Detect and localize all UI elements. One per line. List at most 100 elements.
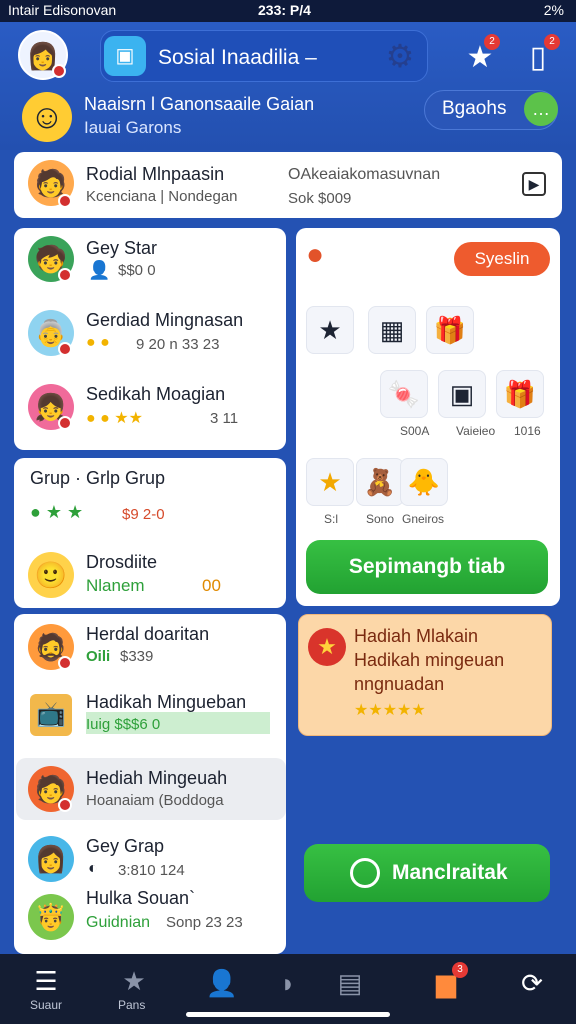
friend-detail: 9 20 n 33 23 bbox=[136, 336, 220, 353]
send-gift-button[interactable]: Sepimangb tiab bbox=[306, 540, 548, 594]
list-name: Hulka Souan` bbox=[86, 888, 196, 908]
primary-action-label: Manclraitak bbox=[392, 861, 508, 884]
list-name: Herdal doaritan bbox=[86, 624, 210, 644]
chat-bubble-icon[interactable]: … bbox=[524, 92, 558, 126]
gift-doll-icon[interactable]: 🧸 bbox=[356, 458, 404, 506]
clipboard-icon: ▤ bbox=[337, 968, 363, 998]
nav-home[interactable]: ☰ bbox=[14, 966, 78, 997]
group-member-avatar[interactable]: 🙂 bbox=[28, 552, 74, 598]
list-avatar[interactable]: 🤴 bbox=[28, 894, 74, 940]
avatar-status-dot bbox=[58, 656, 72, 670]
header-pill-label: Bgaohs bbox=[442, 98, 507, 119]
clock: 233: P/4 bbox=[258, 2, 311, 18]
message-badge: 2 bbox=[544, 34, 560, 50]
inbox-icon: ▆ bbox=[436, 968, 456, 998]
contact-right-title: OAkeaiakomasuvnan bbox=[288, 166, 441, 183]
nav-settings[interactable]: ⟳ bbox=[500, 968, 564, 999]
gift-star-icon[interactable]: ★ bbox=[306, 458, 354, 506]
list-name: Gey Grap bbox=[86, 836, 165, 856]
avatar-status-dot bbox=[58, 416, 72, 430]
list-value: Sonp 23 23 bbox=[166, 914, 243, 931]
gift-filter-button[interactable]: Syeslin bbox=[454, 242, 550, 276]
gift-candy-icon[interactable]: 🍬 bbox=[380, 370, 428, 418]
gift-badge-icon[interactable]: ★ bbox=[306, 306, 354, 354]
reward-title: Hadiah Mlakain bbox=[354, 626, 479, 646]
menu-icon: ☰ bbox=[34, 966, 58, 996]
friend-detail: 3 11 bbox=[210, 410, 239, 427]
battery-label: 2% bbox=[543, 2, 564, 18]
contact-right-sub: Sok $009 bbox=[288, 190, 352, 207]
app-title: Sosial Inaadilia – bbox=[158, 46, 317, 69]
avatar-status-dot bbox=[58, 798, 72, 812]
app-logo-icon[interactable]: ▣ bbox=[104, 36, 146, 76]
gift-box-icon[interactable]: 🎁 bbox=[426, 306, 474, 354]
top-contact-card[interactable] bbox=[14, 152, 562, 218]
tv-icon: 📺 bbox=[30, 694, 72, 736]
target-icon bbox=[350, 858, 380, 888]
gift-label: 1016 bbox=[514, 424, 541, 438]
contact-subtitle: Kcenciana | Nondegan bbox=[86, 188, 238, 205]
list-detail: Guidnian bbox=[86, 914, 151, 931]
reward-star-icon: ★ bbox=[308, 628, 346, 666]
list-avatar[interactable]: 👩 bbox=[28, 836, 74, 882]
group-detail: $9 2-0 bbox=[122, 506, 165, 523]
notification-badge: 2 bbox=[484, 34, 500, 50]
nav-pins-label: Pans bbox=[118, 998, 146, 1012]
nav-inbox-badge: 3 bbox=[452, 962, 468, 978]
gear-icon[interactable]: ⚙ bbox=[380, 36, 420, 76]
user-icon: 👤 bbox=[205, 968, 239, 998]
list-value: $339 bbox=[120, 648, 154, 665]
nav-pins[interactable]: ★ bbox=[102, 966, 166, 997]
avatar-face-icon: 👩 bbox=[34, 844, 68, 874]
avatar-status-dot bbox=[58, 342, 72, 356]
friend-name: Gey Star bbox=[86, 238, 158, 258]
coin-star-icon: ● ● ★★ bbox=[86, 410, 143, 427]
gift-label: Sono bbox=[366, 512, 395, 526]
chat-icon: ◗ bbox=[280, 968, 296, 998]
group-items-icon: ● ★ ★ bbox=[30, 502, 84, 522]
group-member-name: Drosdiite bbox=[86, 552, 158, 572]
nav-chat[interactable]: ◗ bbox=[256, 968, 320, 999]
gift-present-icon[interactable]: 🎁 bbox=[496, 370, 544, 418]
avatar-face-icon: 🤴 bbox=[34, 902, 68, 932]
fruit-icon: ● bbox=[306, 238, 325, 271]
list-detail: 3:810 124 bbox=[118, 862, 185, 879]
gift-label: Gneiros bbox=[402, 512, 445, 526]
group-member-value: 00 bbox=[202, 576, 221, 595]
avatar-status-dot bbox=[52, 64, 66, 78]
chevron-right-icon[interactable]: ▶ bbox=[522, 172, 546, 196]
list-detail: Hoanaiam (Boddoga bbox=[86, 792, 224, 809]
rating-stars-icon: ★★★★★ bbox=[354, 702, 426, 719]
gift-blocks-icon[interactable]: ▣ bbox=[438, 370, 486, 418]
friend-name: Sedikah Moagian bbox=[86, 384, 226, 404]
nav-list[interactable]: ▤ bbox=[318, 968, 382, 999]
pin-icon: ★ bbox=[122, 966, 146, 996]
home-indicator bbox=[186, 1012, 390, 1017]
nav-profile[interactable]: 👤 bbox=[190, 968, 254, 999]
avatar-status-dot bbox=[58, 194, 72, 208]
gift-label: S:l bbox=[324, 512, 339, 526]
gift-character-icon[interactable]: 🐥 bbox=[400, 458, 448, 506]
group-member-detail: Nlanem bbox=[86, 576, 145, 595]
list-name: Hediah Mingeuah bbox=[86, 768, 228, 788]
shell-icon: ◐ bbox=[88, 860, 98, 877]
friend-detail: $$0 0 bbox=[118, 262, 156, 279]
friend-name: Gerdiad Mingnasan bbox=[86, 310, 244, 330]
list-detail: Iuig $$$6 0 bbox=[86, 716, 161, 733]
coin-icon: ● ● bbox=[86, 334, 110, 351]
friend-mini-avatar-icon: 👤 bbox=[88, 260, 111, 280]
contact-name: Rodial Mlnpaasin bbox=[86, 164, 225, 184]
gift-card-icon[interactable]: ▦ bbox=[368, 306, 416, 354]
nav-home-label: Suaur bbox=[30, 998, 63, 1012]
nav-inbox[interactable]: ▆ bbox=[414, 968, 478, 999]
header-subline: Iauai Garons bbox=[84, 118, 182, 137]
gift-label: Vaieieo bbox=[456, 424, 496, 438]
reward-line2: Hadikah mingeuan bbox=[354, 650, 505, 670]
reward-line3: nngnuadan bbox=[354, 674, 445, 694]
list-detail: Oili bbox=[86, 648, 111, 665]
gift-label: S00A bbox=[400, 424, 430, 438]
carrier-label: Intair Edisonovan bbox=[8, 2, 117, 18]
status-bar: Intair Edisonovan 233: P/4 2% bbox=[0, 0, 576, 22]
avatar-status-dot bbox=[58, 268, 72, 282]
list-name: Hadikah Mingueban bbox=[86, 692, 247, 712]
